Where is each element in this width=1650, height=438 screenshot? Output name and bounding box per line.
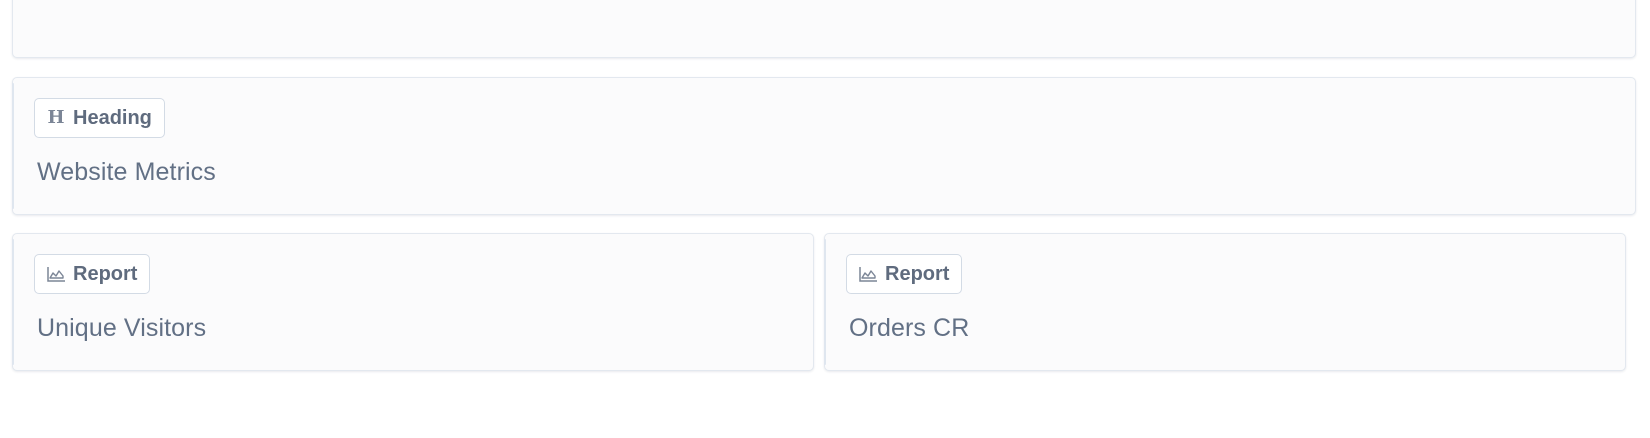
- heading-card-website-metrics[interactable]: H Heading Website Metrics: [12, 77, 1636, 215]
- report-badge[interactable]: Report: [34, 254, 151, 294]
- line-chart-icon: [46, 264, 66, 284]
- card-title: Unique Visitors: [37, 314, 207, 342]
- previous-card[interactable]: [12, 0, 1636, 58]
- card-title: Orders CR: [849, 314, 970, 342]
- heading-icon: H: [47, 107, 65, 128]
- report-card-orders-cr[interactable]: Report Orders CR: [824, 233, 1626, 371]
- dashboard-canvas: H Heading Website Metrics Report Unique …: [0, 0, 1650, 438]
- heading-badge-label: Heading: [73, 106, 152, 129]
- card-title: Website Metrics: [37, 158, 216, 186]
- report-badge[interactable]: Report: [846, 254, 963, 294]
- report-badge-label: Report: [73, 262, 138, 285]
- line-chart-icon: [858, 264, 878, 284]
- report-badge-label: Report: [885, 262, 950, 285]
- heading-badge[interactable]: H Heading: [34, 98, 165, 138]
- report-card-unique-visitors[interactable]: Report Unique Visitors: [12, 233, 814, 371]
